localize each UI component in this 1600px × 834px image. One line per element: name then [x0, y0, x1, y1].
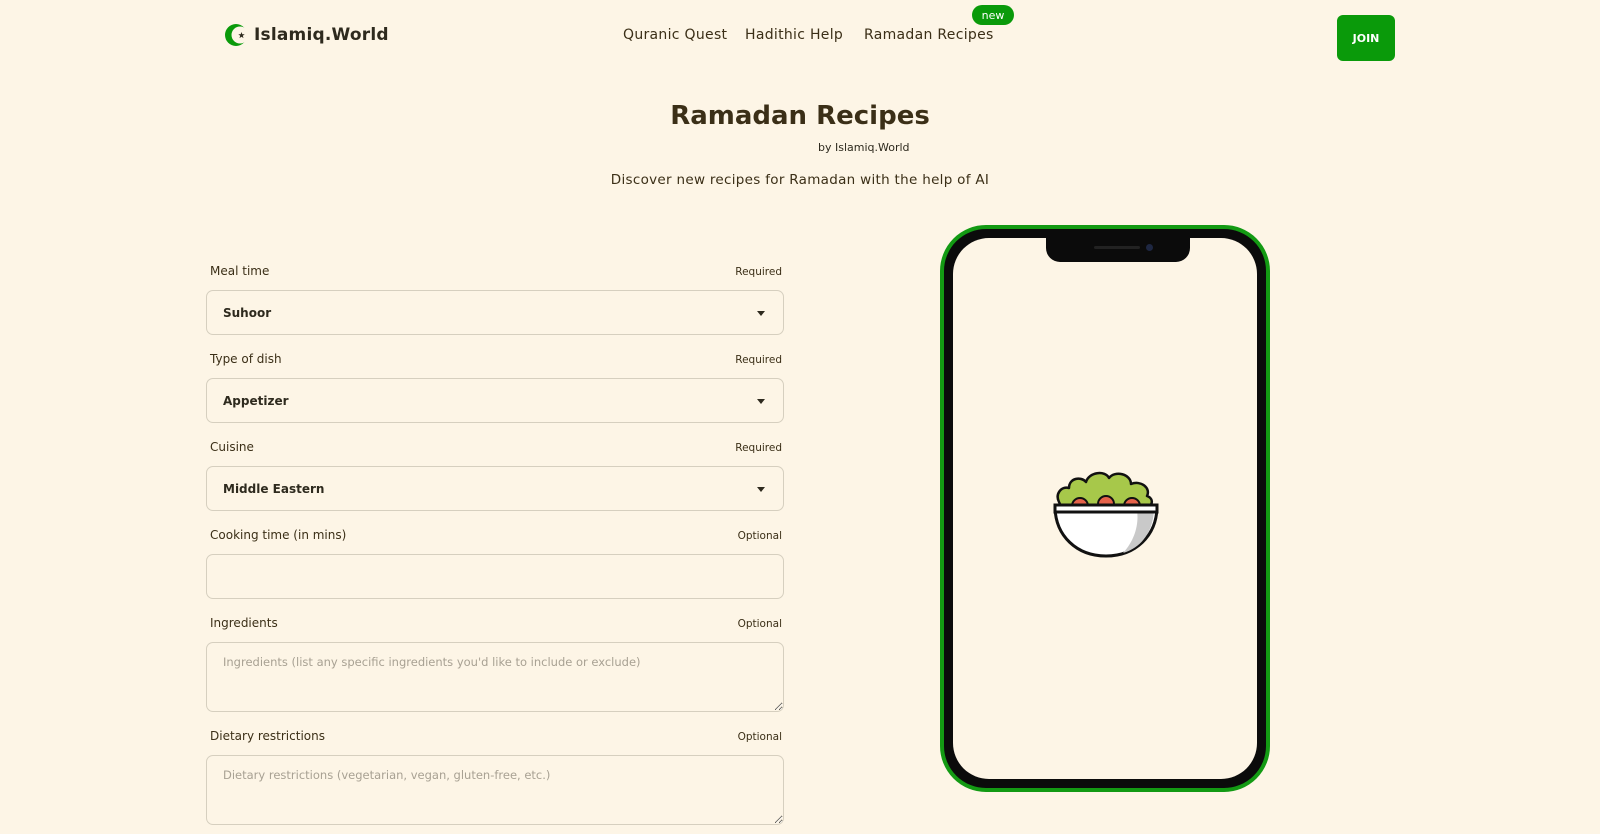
ingredients-label: Ingredients — [210, 616, 278, 630]
dish-type-select[interactable]: Appetizer — [206, 378, 784, 423]
speaker-icon — [1094, 246, 1140, 249]
cooking-time-requirement: Optional — [737, 530, 782, 542]
caret-down-icon — [757, 399, 765, 404]
cuisine-value: Middle Eastern — [223, 481, 325, 496]
meal-time-select[interactable]: Suhoor — [206, 290, 784, 335]
dietary-requirement: Optional — [737, 731, 782, 743]
meal-time-value: Suhoor — [223, 305, 272, 320]
new-badge: new — [972, 5, 1014, 25]
join-button[interactable]: JOIN — [1337, 15, 1395, 61]
nav-link-ramadan-recipes[interactable]: Ramadan Recipes — [864, 27, 994, 43]
page-subtitle: Discover new recipes for Ramadan with th… — [610, 172, 990, 188]
ingredients-requirement: Optional — [737, 618, 782, 630]
dietary-textarea[interactable] — [206, 755, 784, 825]
caret-down-icon — [757, 487, 765, 492]
cuisine-select[interactable]: Middle Eastern — [206, 466, 784, 511]
cooking-time-input[interactable] — [206, 554, 784, 599]
ingredients-textarea[interactable] — [206, 642, 784, 712]
dish-type-value: Appetizer — [223, 393, 289, 408]
cuisine-requirement: Required — [735, 442, 782, 454]
dietary-label: Dietary restrictions — [210, 729, 325, 743]
caret-down-icon — [757, 311, 765, 316]
phone-notch — [1046, 238, 1190, 262]
dish-type-label: Type of dish — [210, 352, 282, 366]
meal-time-label: Meal time — [210, 264, 270, 278]
cooking-time-label: Cooking time (in mins) — [210, 528, 347, 542]
nav-link-hadithic-help[interactable]: Hadithic Help — [745, 27, 843, 43]
salad-bowl-icon — [1053, 471, 1159, 558]
cuisine-label: Cuisine — [210, 440, 254, 454]
nav-link-quranic-quest[interactable]: Quranic Quest — [623, 27, 727, 43]
page-byline: by Islamiq.World — [818, 141, 910, 154]
meal-time-requirement: Required — [735, 266, 782, 278]
dish-type-requirement: Required — [735, 354, 782, 366]
page-title: Ramadan Recipes — [670, 101, 930, 131]
camera-icon — [1146, 244, 1153, 251]
